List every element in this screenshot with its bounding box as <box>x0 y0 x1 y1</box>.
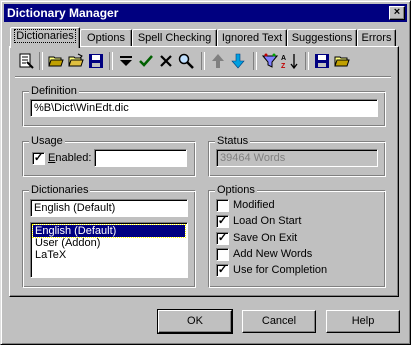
select-dictionary-icon[interactable] <box>17 52 35 70</box>
use-for-completion-label: Use for Completion <box>233 264 328 276</box>
tab-dictionaries[interactable]: Dictionaries <box>10 27 80 48</box>
filter-funnel-icon[interactable] <box>261 52 279 70</box>
toolbar-divider <box>15 76 391 78</box>
cancel-button[interactable]: Cancel <box>242 310 316 333</box>
open-folder-alt-icon[interactable] <box>67 52 85 70</box>
definition-field[interactable]: %B\Dict\WinEdt.dic <box>30 99 378 117</box>
enabled-field[interactable] <box>94 149 187 167</box>
open-folder-icon[interactable] <box>47 52 65 70</box>
list-item[interactable]: LaTeX <box>33 249 185 261</box>
options-label: Options <box>215 184 257 196</box>
load-on-start-checkbox[interactable]: ✓ <box>216 215 229 228</box>
close-button[interactable]: × <box>389 6 405 20</box>
status-field: 39464 Words <box>216 149 378 167</box>
add-new-words-label: Add New Words <box>233 248 313 260</box>
save-on-exit-label: Save On Exit <box>233 232 298 244</box>
enabled-checkbox[interactable]: ✓ <box>32 152 45 165</box>
modified-checkbox[interactable] <box>216 199 229 212</box>
toolbar-separator <box>109 52 113 70</box>
status-label: Status <box>215 135 251 147</box>
enabled-label: Enabled: <box>48 152 92 164</box>
check-icon: ✓ <box>217 232 228 244</box>
tab-spell-checking[interactable]: Spell Checking <box>132 29 217 47</box>
delete-x-icon[interactable] <box>157 52 175 70</box>
check-icon: ✓ <box>217 215 228 227</box>
arrow-down-icon[interactable] <box>229 52 247 70</box>
ok-button[interactable]: OK <box>157 309 233 334</box>
usage-label: Usage <box>29 135 65 147</box>
check-icon: ✓ <box>217 264 228 276</box>
window-title: Dictionary Manager <box>7 6 119 20</box>
open-folder-2-icon[interactable] <box>333 52 351 70</box>
checkmark-icon[interactable] <box>137 52 155 70</box>
tab-errors[interactable]: Errors <box>357 29 396 47</box>
tab-options[interactable]: Options <box>80 29 132 47</box>
help-button[interactable]: Help <box>326 310 400 333</box>
modified-label: Modified <box>233 199 275 211</box>
load-on-start-label: Load On Start <box>233 215 302 227</box>
check-icon: ✓ <box>33 152 44 164</box>
title-bar: Dictionary Manager × <box>4 4 407 22</box>
toolbar-separator <box>39 52 43 70</box>
search-magnifier-icon[interactable] <box>177 52 195 70</box>
list-item[interactable]: English (Default) <box>32 224 186 238</box>
definition-label: Definition <box>29 85 79 97</box>
save-on-exit-checkbox[interactable]: ✓ <box>216 232 229 245</box>
enabled-label-rest: nabled: <box>55 152 92 164</box>
dictionaries-label: Dictionaries <box>29 184 91 196</box>
toolbar-separator <box>305 52 309 70</box>
toolbar-separator <box>201 52 205 70</box>
dictionaries-list[interactable]: English (Default) User (Addon) LaTeX <box>30 222 188 278</box>
current-dictionary-field[interactable]: English (Default) <box>30 199 188 217</box>
list-item[interactable]: User (Addon) <box>33 237 185 249</box>
arrow-up-icon[interactable] <box>209 52 227 70</box>
save-disk-2-icon[interactable] <box>313 52 331 70</box>
dropdown-triangle-icon[interactable] <box>117 52 135 70</box>
add-new-words-checkbox[interactable] <box>216 248 229 261</box>
tab-ignored-text[interactable]: Ignored Text <box>217 29 287 47</box>
use-for-completion-checkbox[interactable]: ✓ <box>216 264 229 277</box>
tab-suggestions[interactable]: Suggestions <box>287 29 357 47</box>
close-icon: × <box>393 6 401 18</box>
svg-text:A: A <box>281 55 286 62</box>
svg-text:Z: Z <box>281 63 286 69</box>
save-disk-icon[interactable] <box>87 52 105 70</box>
toolbar-separator <box>253 52 257 70</box>
sort-az-icon[interactable]: AZ <box>281 52 299 70</box>
